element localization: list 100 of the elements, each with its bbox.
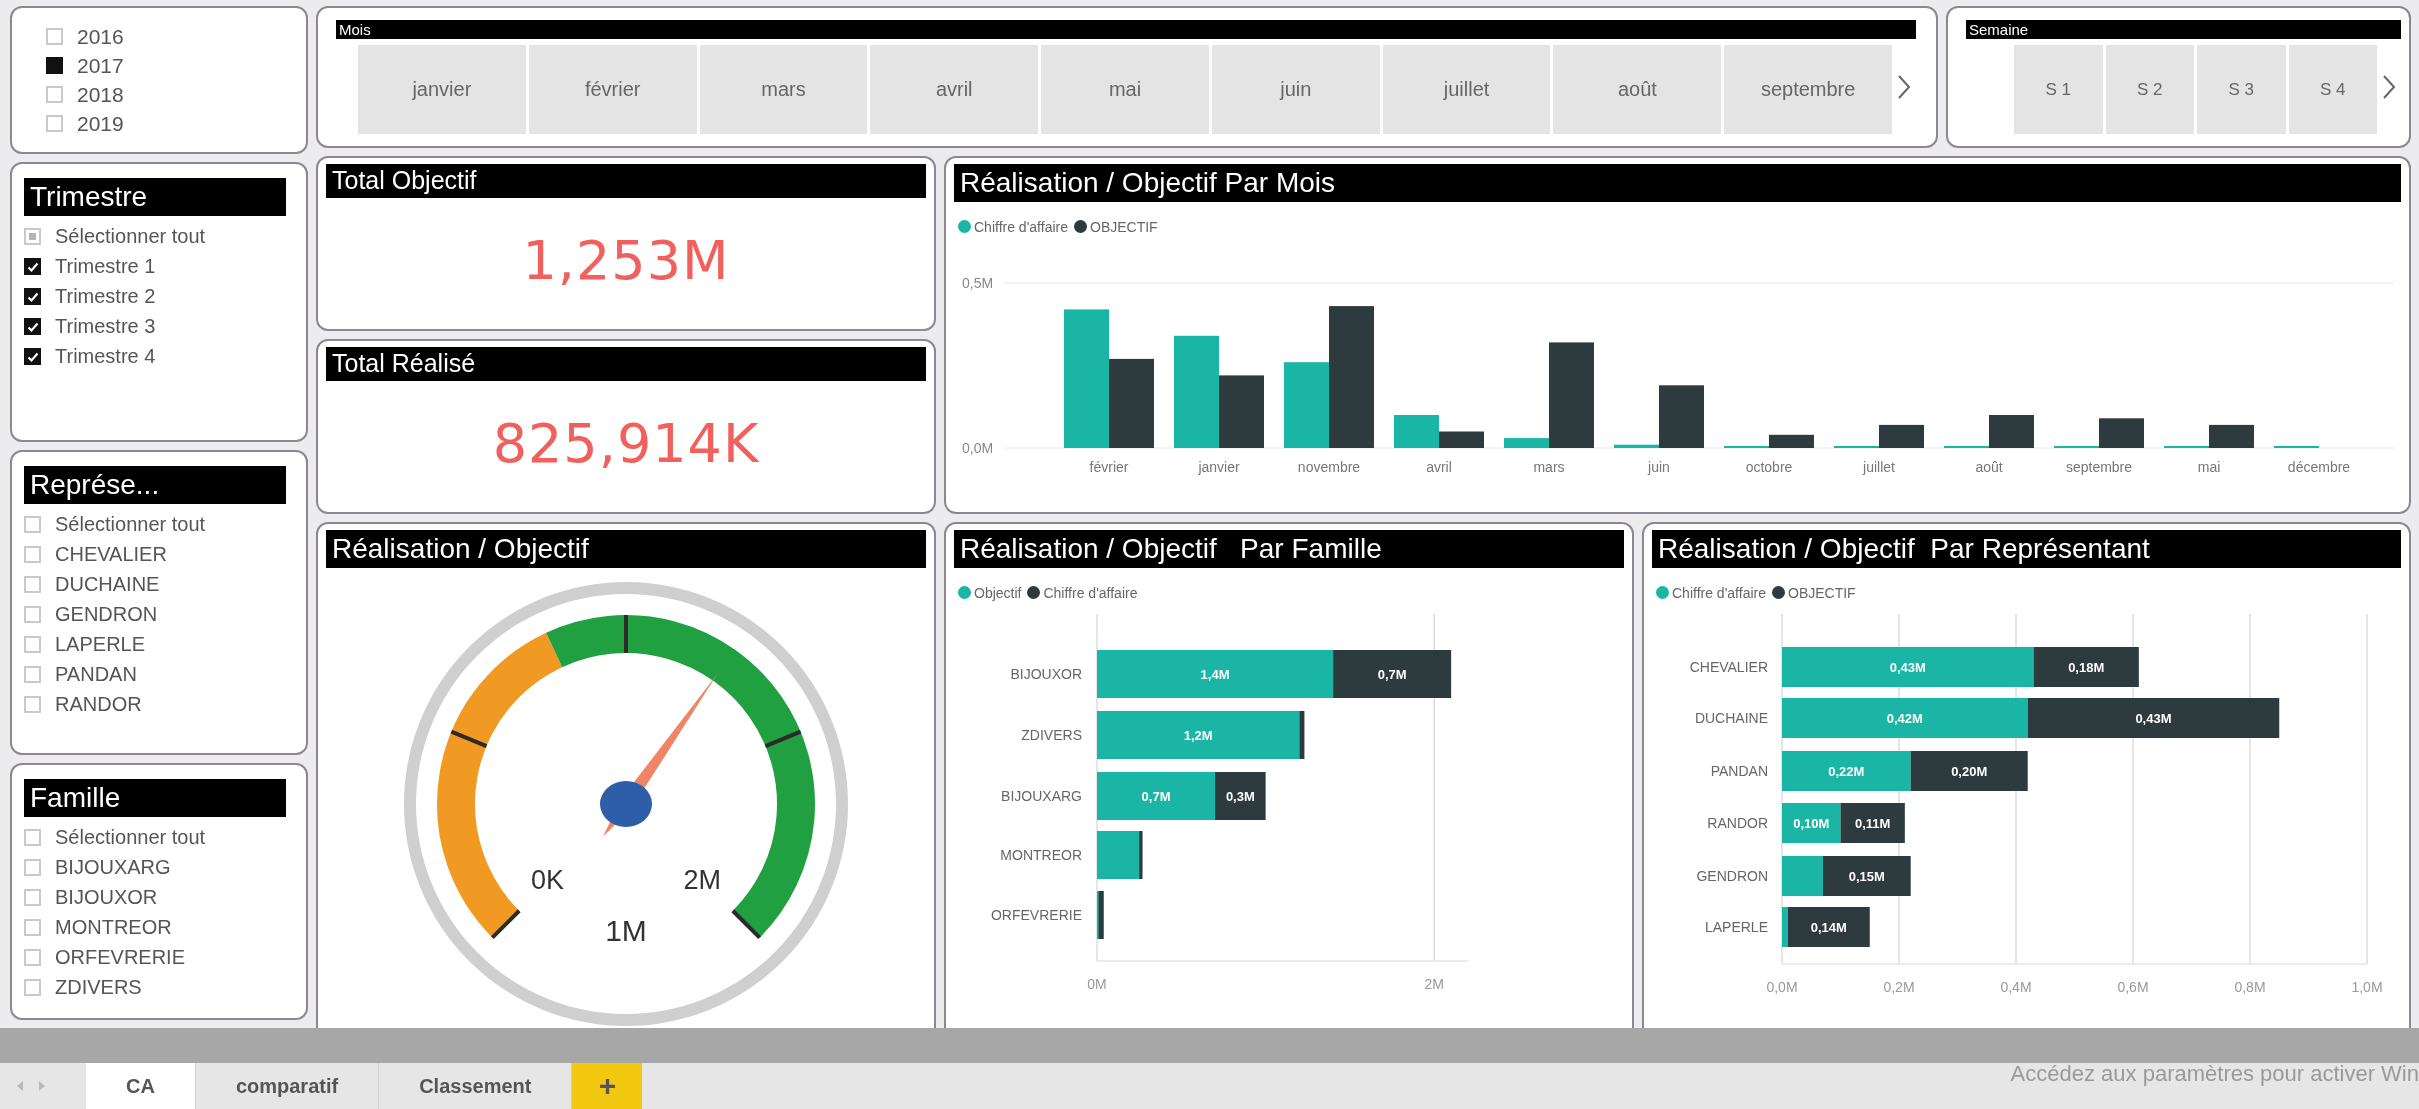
slicer-item[interactable]: 2016 bbox=[77, 24, 124, 49]
checkbox[interactable] bbox=[24, 348, 41, 366]
slicer-item[interactable]: Trimestre 3 bbox=[55, 315, 156, 339]
axis-label: janvier bbox=[1198, 458, 1240, 475]
month-tile[interactable]: juillet bbox=[1382, 45, 1551, 134]
slicer-item[interactable]: LAPERLE bbox=[55, 633, 146, 657]
axis-label: juin bbox=[1648, 458, 1670, 475]
axis-label: novembre bbox=[1297, 458, 1361, 475]
page-tab[interactable]: CA bbox=[86, 1063, 196, 1109]
data-label: 0,18M bbox=[2068, 659, 2105, 675]
slicer-item[interactable]: ORFEVRERIE bbox=[55, 946, 186, 970]
axis-label: 0,4M bbox=[2000, 978, 2032, 995]
gauge-min-label: 0K bbox=[531, 864, 565, 895]
axis-label: DUCHAINE bbox=[1694, 709, 1768, 726]
caret-left-icon bbox=[16, 1080, 24, 1092]
kpi-value: 1,253M bbox=[522, 228, 730, 292]
axis-label: GENDRON bbox=[1696, 867, 1768, 884]
slicer-title: Semaine bbox=[1966, 20, 2401, 39]
axis-label: décembre bbox=[2287, 458, 2351, 475]
slicer-item[interactable]: Sélectionner tout bbox=[55, 826, 206, 850]
bar bbox=[1840, 802, 1905, 843]
legend-label: Objectif bbox=[974, 584, 1022, 601]
data-label: 0,20M bbox=[1951, 763, 1988, 779]
data-label: 0,10M bbox=[1793, 815, 1830, 831]
axis-label: RANDOR bbox=[1707, 814, 1768, 831]
checkbox[interactable] bbox=[24, 258, 41, 276]
axis-label: juillet bbox=[1863, 458, 1895, 475]
previous-button[interactable] bbox=[16, 1080, 24, 1092]
slicer-item[interactable]: DUCHAINE bbox=[55, 573, 160, 597]
slicer-item[interactable]: Trimestre 2 bbox=[55, 285, 156, 309]
axis-label: CHEVALIER bbox=[1689, 658, 1768, 675]
slicer-item[interactable]: Trimestre 4 bbox=[55, 345, 156, 369]
axis-label: 0,0M bbox=[1766, 978, 1798, 995]
checkbox[interactable] bbox=[46, 57, 63, 74]
axis-label: ZDIVERS bbox=[1021, 726, 1082, 743]
data-label: 0,7M bbox=[1141, 788, 1171, 804]
slicer-title: Trimestre bbox=[24, 178, 286, 216]
axis-label: BIJOUXARG bbox=[1001, 787, 1082, 804]
caret-right-icon bbox=[38, 1080, 46, 1092]
bar bbox=[1782, 802, 1841, 843]
month-tile[interactable]: août bbox=[1553, 45, 1722, 134]
month-tile[interactable]: septembre bbox=[1724, 45, 1893, 134]
slicer-item[interactable]: 2017 bbox=[77, 53, 124, 78]
slicer-item[interactable]: BIJOUXARG bbox=[55, 856, 171, 880]
axis-label: 2M bbox=[1424, 975, 1444, 992]
legend-label: Chiffre d'affaire bbox=[1672, 584, 1766, 601]
gauge-mid-label: 1M bbox=[605, 913, 647, 947]
checkbox[interactable] bbox=[24, 288, 41, 306]
bar bbox=[2274, 445, 2319, 448]
data-label: 1,4M bbox=[1200, 666, 1230, 682]
axis-label: août bbox=[1975, 458, 2003, 475]
chart-title: Réalisation / Objectif bbox=[326, 530, 926, 568]
month-tile[interactable]: avril bbox=[870, 45, 1039, 134]
slicer-title: Représe... bbox=[24, 466, 286, 504]
slicer-item[interactable]: Trimestre 1 bbox=[55, 255, 156, 279]
slicer-item[interactable]: RANDOR bbox=[55, 693, 142, 717]
data-label: 0,42M bbox=[1886, 710, 1923, 726]
gauge-tick bbox=[490, 909, 521, 939]
slicer-item[interactable]: PANDAN bbox=[55, 663, 137, 687]
slicer-item[interactable]: 2018 bbox=[77, 82, 124, 107]
slicer-item[interactable]: Sélectionner tout bbox=[55, 513, 206, 537]
slicer-item[interactable]: GENDRON bbox=[55, 603, 158, 627]
gauge-max-label: 2M bbox=[683, 864, 721, 895]
slicer-item[interactable]: BIJOUXOR bbox=[55, 886, 158, 910]
month-tile[interactable]: juin bbox=[1211, 45, 1380, 134]
gauge-hub bbox=[600, 780, 652, 827]
data-label: 0,11M bbox=[1854, 815, 1891, 831]
next-page-button[interactable] bbox=[38, 1080, 46, 1092]
partial-mark-icon bbox=[29, 233, 36, 241]
axis-label: PANDAN bbox=[1710, 762, 1768, 779]
gauge-tick bbox=[624, 614, 628, 653]
axis-label: mars bbox=[1533, 458, 1565, 475]
month-tile[interactable]: février bbox=[528, 45, 697, 134]
gauge-tick bbox=[450, 729, 488, 748]
checkbox[interactable] bbox=[24, 318, 41, 336]
add-page-button[interactable]: + bbox=[572, 1063, 643, 1109]
slicer-item[interactable]: Sélectionner tout bbox=[55, 225, 206, 249]
week-tile[interactable]: S 3 bbox=[2197, 45, 2286, 134]
kpi-value: 825,914K bbox=[492, 411, 760, 475]
data-label: 0,7M bbox=[1377, 666, 1407, 682]
slicer-item[interactable]: MONTREOR bbox=[55, 916, 172, 940]
month-tile[interactable]: mars bbox=[699, 45, 868, 134]
card-title: Total Objectif bbox=[326, 164, 926, 198]
slicer-item[interactable]: CHEVALIER bbox=[55, 543, 167, 567]
partial-checkbox[interactable] bbox=[24, 228, 41, 246]
slicer-title: Famille bbox=[24, 779, 286, 817]
week-tile[interactable]: S 1 bbox=[2014, 45, 2103, 134]
chart-title: Réalisation / Objectif Par Représentant bbox=[1652, 530, 2401, 568]
slicer-item[interactable]: ZDIVERS bbox=[55, 976, 142, 1000]
axis-label: septembre bbox=[2065, 458, 2133, 475]
data-label: 0,15M bbox=[1848, 868, 1885, 884]
month-tile[interactable]: mai bbox=[1041, 45, 1209, 134]
week-tile[interactable]: S 2 bbox=[2105, 45, 2194, 134]
week-tile[interactable]: S 4 bbox=[2288, 45, 2377, 134]
slicer-item[interactable]: 2019 bbox=[77, 111, 124, 136]
axis-label: mai bbox=[2197, 458, 2221, 475]
axis-label: 1,0M bbox=[2351, 978, 2383, 995]
axis-label: février bbox=[1089, 458, 1129, 475]
axis-label: MONTREOR bbox=[1000, 846, 1082, 863]
month-tile[interactable]: janvier bbox=[358, 45, 526, 134]
